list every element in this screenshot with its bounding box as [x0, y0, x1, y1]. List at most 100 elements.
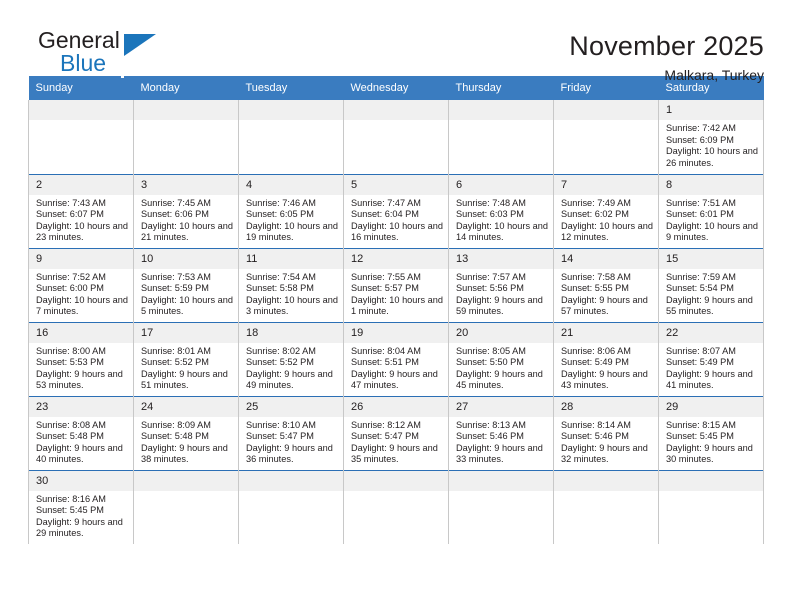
sunrise-text: Sunrise: 8:09 AM [141, 419, 211, 430]
sunset-text: Sunset: 5:54 PM [666, 283, 734, 294]
sunset-text: Sunset: 6:05 PM [246, 209, 314, 220]
day-number: 10 [134, 248, 238, 269]
day-number [449, 100, 553, 120]
calendar-grid: Sunday Monday Tuesday Wednesday Thursday… [28, 76, 764, 544]
calendar-day-cell[interactable]: 9 Sunrise: 7:52 AM Sunset: 6:00 PM Daylight… [28, 247, 134, 322]
day-details: Sunrise: 7:47 AM Sunset: 6:04 PM Daylight:… [344, 195, 448, 244]
sunset-text: Sunset: 6:07 PM [36, 209, 104, 220]
day-number: 16 [29, 322, 133, 343]
calendar-cell-empty [658, 469, 764, 544]
calendar-cell-empty [133, 100, 239, 174]
calendar-day-cell[interactable]: 25 Sunrise: 8:10 AM Sunset: 5:47 PM Dayligh… [238, 395, 344, 470]
calendar-day-cell[interactable]: 1 Sunrise: 7:42 AM Sunset: 6:09 PM Daylight… [658, 100, 764, 174]
calendar-day-cell[interactable]: 30 Sunrise: 8:16 AM Sunset: 5:45 PM Dayligh… [28, 469, 134, 544]
calendar-day-cell[interactable]: 10 Sunrise: 7:53 AM Sunset: 5:59 PM Dayligh… [133, 247, 239, 322]
daylight-text: Daylight: 10 hours and 5 minutes. [141, 294, 233, 317]
calendar-day-cell[interactable]: 15 Sunrise: 7:59 AM Sunset: 5:54 PM Dayligh… [658, 247, 764, 322]
sunrise-text: Sunrise: 7:42 AM [666, 123, 736, 133]
day-number: 18 [239, 322, 343, 343]
calendar-day-cell[interactable]: 6 Sunrise: 7:48 AM Sunset: 6:03 PM Daylight… [448, 173, 554, 248]
day-number: 4 [239, 174, 343, 195]
calendar-day-cell[interactable]: 3 Sunrise: 7:45 AM Sunset: 6:06 PM Daylight… [133, 173, 239, 248]
sunset-text: Sunset: 5:46 PM [456, 431, 524, 442]
daylight-text: Daylight: 9 hours and 59 minutes. [456, 294, 543, 317]
sunset-text: Sunset: 5:51 PM [351, 357, 419, 368]
calendar-day-cell[interactable]: 21 Sunrise: 8:06 AM Sunset: 5:49 PM Dayligh… [553, 321, 659, 396]
day-details: Sunrise: 8:15 AM Sunset: 5:45 PM Daylight:… [659, 417, 763, 466]
calendar-day-cell[interactable]: 7 Sunrise: 7:49 AM Sunset: 6:02 PM Daylight… [553, 173, 659, 248]
calendar-day-cell[interactable]: 11 Sunrise: 7:54 AM Sunset: 5:58 PM Dayligh… [238, 247, 344, 322]
calendar-day-cell[interactable]: 4 Sunrise: 7:46 AM Sunset: 6:05 PM Daylight… [238, 173, 344, 248]
sunset-text: Sunset: 6:04 PM [351, 209, 419, 220]
sunset-text: Sunset: 5:58 PM [246, 283, 314, 294]
calendar-day-cell[interactable]: 27 Sunrise: 8:13 AM Sunset: 5:46 PM Dayligh… [448, 395, 554, 470]
daylight-text: Daylight: 10 hours and 26 minutes. [666, 146, 758, 168]
sunrise-text: Sunrise: 8:07 AM [666, 345, 736, 356]
day-details: Sunrise: 8:12 AM Sunset: 5:47 PM Daylight:… [344, 417, 448, 466]
day-number: 8 [659, 174, 763, 195]
calendar-day-cell[interactable]: 8 Sunrise: 7:51 AM Sunset: 6:01 PM Daylight… [658, 173, 764, 248]
day-number: 3 [134, 174, 238, 195]
calendar-day-cell[interactable]: 19 Sunrise: 8:04 AM Sunset: 5:51 PM Dayligh… [343, 321, 449, 396]
calendar-day-cell[interactable]: 16 Sunrise: 8:00 AM Sunset: 5:53 PM Dayligh… [28, 321, 134, 396]
sunrise-text: Sunrise: 7:46 AM [246, 197, 316, 208]
day-details: Sunrise: 7:59 AM Sunset: 5:54 PM Daylight:… [659, 269, 763, 318]
sunrise-text: Sunrise: 7:48 AM [456, 197, 526, 208]
calendar-cell-empty [553, 100, 659, 174]
daylight-text: Daylight: 9 hours and 55 minutes. [666, 294, 753, 317]
sunrise-text: Sunrise: 8:16 AM [36, 493, 106, 504]
calendar-day-cell[interactable]: 17 Sunrise: 8:01 AM Sunset: 5:52 PM Dayligh… [133, 321, 239, 396]
sunrise-text: Sunrise: 8:12 AM [351, 419, 421, 430]
day-number: 9 [29, 248, 133, 269]
daylight-text: Daylight: 10 hours and 7 minutes. [36, 294, 128, 317]
day-number: 7 [554, 174, 658, 195]
calendar-day-cell[interactable]: 22 Sunrise: 8:07 AM Sunset: 5:49 PM Dayligh… [658, 321, 764, 396]
calendar-day-cell[interactable]: 5 Sunrise: 7:47 AM Sunset: 6:04 PM Daylight… [343, 173, 449, 248]
calendar-day-cell[interactable]: 12 Sunrise: 7:55 AM Sunset: 5:57 PM Dayligh… [343, 247, 449, 322]
sunset-text: Sunset: 5:49 PM [666, 357, 734, 368]
calendar-cell-empty [28, 100, 134, 174]
sunset-text: Sunset: 6:00 PM [36, 283, 104, 294]
day-number: 23 [29, 396, 133, 417]
day-number: 11 [239, 248, 343, 269]
calendar-day-cell[interactable]: 23 Sunrise: 8:08 AM Sunset: 5:48 PM Dayligh… [28, 395, 134, 470]
general-blue-logo[interactable]: General Blue [28, 28, 158, 84]
daylight-text: Daylight: 10 hours and 3 minutes. [246, 294, 338, 317]
calendar-day-cell[interactable]: 24 Sunrise: 8:09 AM Sunset: 5:48 PM Dayligh… [133, 395, 239, 470]
day-details: Sunrise: 8:05 AM Sunset: 5:50 PM Daylight:… [449, 343, 553, 392]
sunrise-text: Sunrise: 8:06 AM [561, 345, 631, 356]
weekday-header-thursday: Thursday [448, 76, 554, 100]
day-number: 29 [659, 396, 763, 417]
calendar-day-cell[interactable]: 14 Sunrise: 7:58 AM Sunset: 5:55 PM Dayligh… [553, 247, 659, 322]
day-number: 22 [659, 322, 763, 343]
page-header: General Blue November 2025 Malkara, Turk… [28, 0, 764, 83]
calendar-day-cell[interactable]: 18 Sunrise: 8:02 AM Sunset: 5:52 PM Dayligh… [238, 321, 344, 396]
calendar-week-row: 23 Sunrise: 8:08 AM Sunset: 5:48 PM Dayligh… [28, 395, 764, 470]
calendar-day-cell[interactable]: 13 Sunrise: 7:57 AM Sunset: 5:56 PM Dayligh… [448, 247, 554, 322]
calendar-day-cell[interactable]: 26 Sunrise: 8:12 AM Sunset: 5:47 PM Dayligh… [343, 395, 449, 470]
day-number: 24 [134, 396, 238, 417]
day-number [134, 470, 238, 491]
day-number [554, 100, 658, 120]
sunrise-text: Sunrise: 7:52 AM [36, 271, 106, 282]
daylight-text: Daylight: 9 hours and 29 minutes. [36, 516, 123, 539]
daylight-text: Daylight: 9 hours and 33 minutes. [456, 442, 543, 465]
sunset-text: Sunset: 5:57 PM [351, 283, 419, 294]
calendar-day-cell[interactable]: 2 Sunrise: 7:43 AM Sunset: 6:07 PM Daylight… [28, 173, 134, 248]
calendar-day-cell[interactable]: 20 Sunrise: 8:05 AM Sunset: 5:50 PM Dayligh… [448, 321, 554, 396]
day-number: 14 [554, 248, 658, 269]
calendar-cell-empty [553, 469, 659, 544]
day-number [344, 470, 448, 491]
daylight-text: Daylight: 9 hours and 45 minutes. [456, 368, 543, 391]
title-block: November 2025 Malkara, Turkey [569, 28, 764, 86]
day-details: Sunrise: 7:48 AM Sunset: 6:03 PM Daylight:… [449, 195, 553, 244]
day-number: 1 [659, 100, 763, 120]
calendar-day-cell[interactable]: 29 Sunrise: 8:15 AM Sunset: 5:45 PM Dayligh… [658, 395, 764, 470]
calendar-day-cell[interactable]: 28 Sunrise: 8:14 AM Sunset: 5:46 PM Dayligh… [553, 395, 659, 470]
triangle-flag-icon [124, 34, 156, 56]
day-details: Sunrise: 7:43 AM Sunset: 6:07 PM Daylight:… [29, 195, 133, 244]
sunset-text: Sunset: 6:01 PM [666, 209, 734, 220]
sunset-text: Sunset: 5:46 PM [561, 431, 629, 442]
day-details: Sunrise: 7:51 AM Sunset: 6:01 PM Daylight:… [659, 195, 763, 244]
sunset-text: Sunset: 5:48 PM [141, 431, 209, 442]
